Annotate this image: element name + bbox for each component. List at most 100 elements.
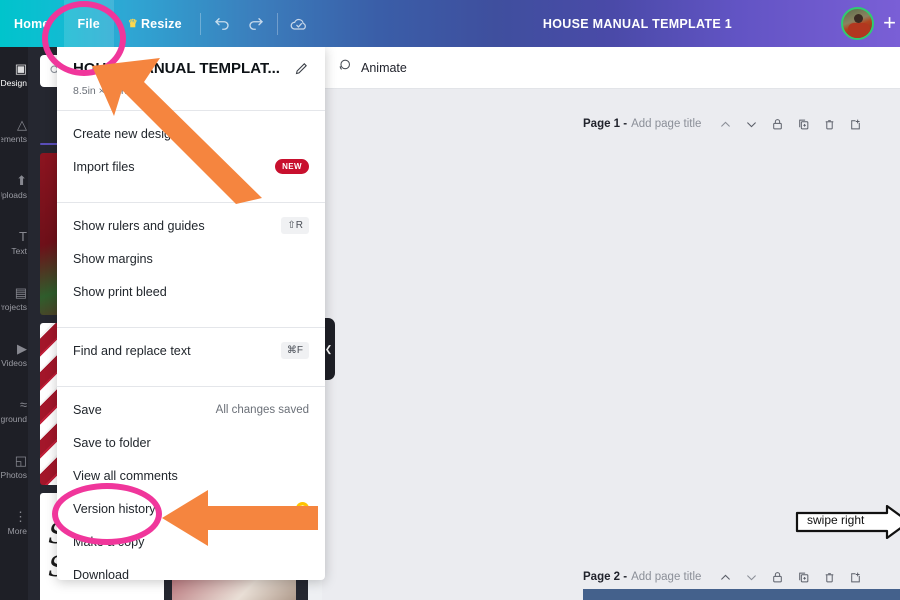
lock-icon[interactable] [771,118,784,131]
menu-item-import-files[interactable]: Import files NEW [57,150,325,183]
uploads-icon: ⬆ [16,173,27,188]
lock-icon[interactable] [771,571,784,584]
menu-item-create-new-design[interactable]: Create new design [57,117,325,150]
sidebar-item-label: Background [1,414,27,424]
menu-resize-label: Resize [140,16,182,31]
menu-item-save-to-folder[interactable]: Save to folder [57,426,325,459]
page-number-label: Page 2 - [583,571,628,583]
save-status: All changes saved [215,403,309,416]
menu-item-download[interactable]: Download [57,558,325,591]
chevron-left-icon: ❮ [324,343,333,354]
new-badge: NEW [275,159,309,174]
expand-icon[interactable] [849,118,862,131]
page-actions [719,118,862,131]
sidebar-item-videos[interactable]: ▶ Videos [0,327,28,383]
crown-icon: ♛ [127,18,138,30]
menu-item-label: Show rulers and guides [73,218,205,233]
projects-icon: ▤ [14,285,27,300]
document-title: HOUSE MANUAL TEMPLATE 1 [542,16,732,31]
page-title-input[interactable]: Add page title [631,118,701,130]
pencil-icon[interactable] [294,61,309,81]
menu-item-label: Show margins [73,251,153,266]
page-number-label: Page 1 - [583,118,628,130]
page-title-input[interactable]: Add page title [631,571,701,583]
chevron-up-icon[interactable] [719,118,732,131]
design-dimensions: 8.5in × 11in [73,85,127,97]
menu-item-label: View all comments [73,468,178,483]
chevron-down-icon[interactable] [745,571,758,584]
menu-item-label: Save [73,402,102,417]
design-name[interactable]: HOUSE MANUAL TEMPLAT... [73,60,288,77]
menu-home[interactable]: Home [0,0,64,47]
menu-item-make-a-copy[interactable]: Make a copy [57,525,325,558]
more-icon: ⋮ [14,509,27,524]
menu-item-view-all-comments[interactable]: View all comments [57,459,325,492]
canvas-area: Animate Page 1 - Add page title Page 2 -… [322,47,900,600]
toolbar-divider-2 [276,12,278,35]
sidebar-item-label: Elements [1,134,27,144]
elements-icon: △ [17,117,27,132]
cloud-check-icon[interactable] [282,7,316,41]
sidebar-item-label: More [7,526,27,536]
page-2-header: Page 2 - Add page title [583,566,893,588]
file-menu-header: HOUSE MANUAL TEMPLAT... [57,47,325,81]
redo-icon[interactable] [239,7,273,41]
page-2-canvas[interactable] [583,589,900,600]
menu-item-show-rulers-and-guides[interactable]: Show rulers and guides ⇧R [57,209,325,242]
menu-item-label: Import files [73,159,135,174]
design-icon: ▣ [14,61,27,76]
sidebar-item-photos[interactable]: ◱ Photos [0,439,28,495]
duplicate-icon[interactable] [797,118,810,131]
menu-item-version-history[interactable]: Version history ♛ [57,492,325,525]
page-1-header: Page 1 - Add page title [583,113,893,135]
menu-item-find-and-replace-text[interactable]: Find and replace text ⌘F [57,334,325,367]
menu-item-label: Version history [73,501,156,516]
trash-icon[interactable] [823,118,836,131]
menu-item-save[interactable]: Save All changes saved [57,393,325,426]
menu-item-label: Make a copy [73,534,145,549]
sidebar-item-design[interactable]: ▣ Design [0,47,28,103]
sidebar-item-more[interactable]: ⋮ More [0,495,28,551]
menu-item-label: Download [73,567,130,582]
file-menu-group-4: Save All changes saved Save to folder Vi… [57,387,325,597]
file-menu-group-3: Find and replace text ⌘F [57,328,325,373]
menu-item-label: Find and replace text [73,343,191,358]
file-menu-group-2: Show rulers and guides ⇧R Show margins S… [57,203,325,314]
chevron-up-icon[interactable] [719,571,732,584]
menu-item-label: Show print bleed [73,284,167,299]
expand-icon[interactable] [849,571,862,584]
avatar[interactable] [841,7,874,40]
sidebar-item-elements[interactable]: △ Elements [0,103,28,159]
duplicate-icon[interactable] [797,571,810,584]
menu-item-label: Create new design [73,126,179,141]
file-menu-group-1: Create new design Import files NEW [57,111,325,189]
sidebar-rail: ▣ Design △ Elements ⬆ Uploads T Text ▤ P… [0,47,28,600]
trash-icon[interactable] [823,571,836,584]
photos-icon: ◱ [14,453,27,468]
add-button[interactable]: + [883,12,896,34]
sidebar-item-projects[interactable]: ▤ Projects [0,271,28,327]
sidebar-item-text[interactable]: T Text [0,215,28,271]
menu-resize[interactable]: ♛ Resize [114,0,196,47]
sidebar-item-label: Photos [1,470,27,480]
shortcut-hint: ⌘F [280,342,309,359]
animate-button[interactable]: Animate [361,61,407,75]
file-menu-dropdown: HOUSE MANUAL TEMPLAT... 8.5in × 11in Cre… [57,47,325,582]
menu-item-show-margins[interactable]: Show margins [57,242,325,275]
shortcut-hint: ⇧R [281,217,309,234]
canvas-toolbar: Animate [322,47,900,89]
menu-item-show-print-bleed[interactable]: Show print bleed [57,275,325,308]
sidebar-item-label: Uploads [1,190,27,200]
sidebar-item-uploads[interactable]: ⬆ Uploads [0,159,28,215]
chevron-down-icon[interactable] [745,118,758,131]
page-actions [719,571,862,584]
text-icon: T [19,229,27,244]
top-toolbar: Home File ♛ Resize HOUSE MANUAL TEMPLATE… [0,0,900,47]
sidebar-item-label: Projects [1,302,27,312]
avatar-head [854,14,863,23]
toolbar-divider [199,12,201,35]
undo-icon[interactable] [205,7,239,41]
sidebar-item-background[interactable]: ≈ Background [0,383,28,439]
sidebar-item-label: Design [1,78,27,88]
menu-file[interactable]: File [63,0,114,47]
